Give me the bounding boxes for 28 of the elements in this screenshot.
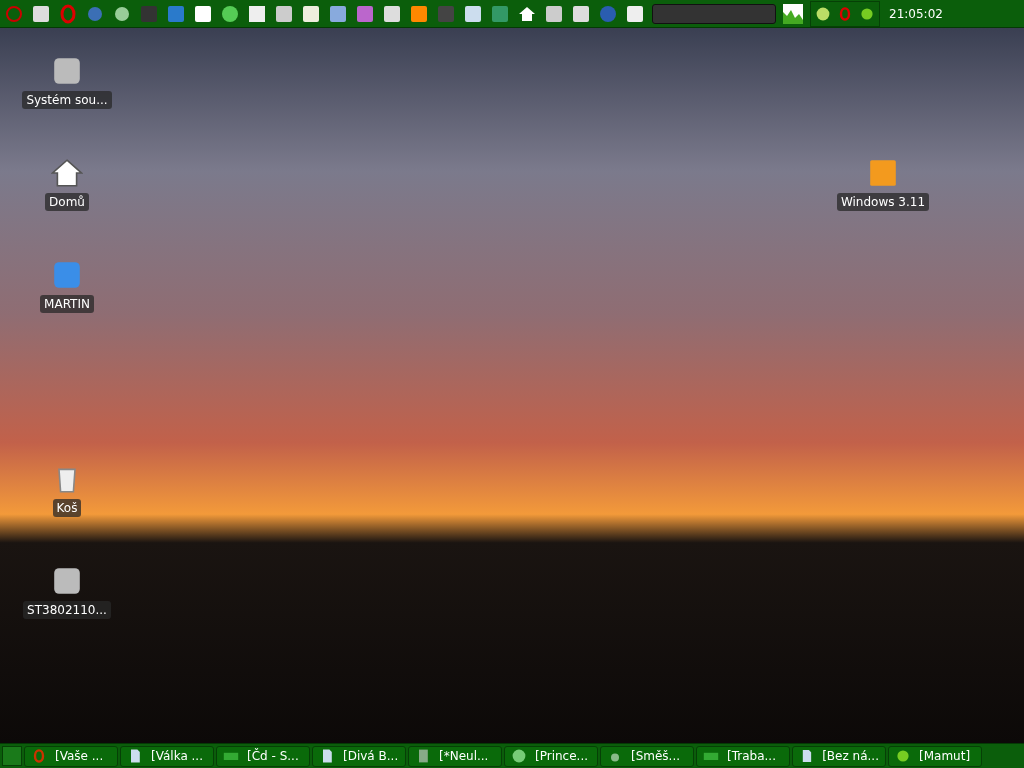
graph-icon [783, 3, 803, 24]
desktop-icon-label[interactable]: ST3802110... [23, 601, 111, 619]
play-icon [220, 3, 240, 24]
opera-icon [837, 5, 853, 22]
search-field[interactable] [652, 3, 776, 24]
play-launcher[interactable] [220, 3, 240, 24]
taskbar-button[interactable]: [Bez ná... [792, 745, 886, 767]
show-desktop-button[interactable] [2, 746, 22, 766]
desktop-icon-label[interactable]: MARTIN [40, 295, 94, 313]
opera-launcher[interactable] [58, 3, 78, 24]
opera-icon [58, 3, 78, 24]
desktop-icon-label[interactable]: Windows 3.11 [836, 193, 930, 211]
taskbar-button[interactable]: [Mamut] [888, 745, 982, 767]
taskbar-button[interactable]: [Traba... [696, 745, 790, 767]
desktop-icon-label[interactable]: Koš [52, 499, 82, 517]
home-icon [51, 157, 83, 189]
desktop-icon-label[interactable]: Systém sou... [22, 91, 112, 109]
taskbar-button[interactable]: [*Neul... [408, 745, 502, 767]
taskbar-button[interactable]: [Válka ... [120, 745, 214, 767]
menu-icon [4, 3, 24, 24]
taskbar-button[interactable]: [Čd - S... [216, 745, 310, 767]
taskbar-button[interactable]: [Divá B... [312, 745, 406, 767]
taskbar-button[interactable]: [Vaše ... [24, 745, 118, 767]
clock: 21:05:02 [889, 6, 943, 21]
taskbar-button[interactable]: [Prince... [504, 745, 598, 767]
taskbar-button[interactable]: [Směš... [600, 745, 694, 767]
desktop-icon-label[interactable]: Domů [45, 193, 89, 211]
opera-icon [31, 748, 47, 764]
